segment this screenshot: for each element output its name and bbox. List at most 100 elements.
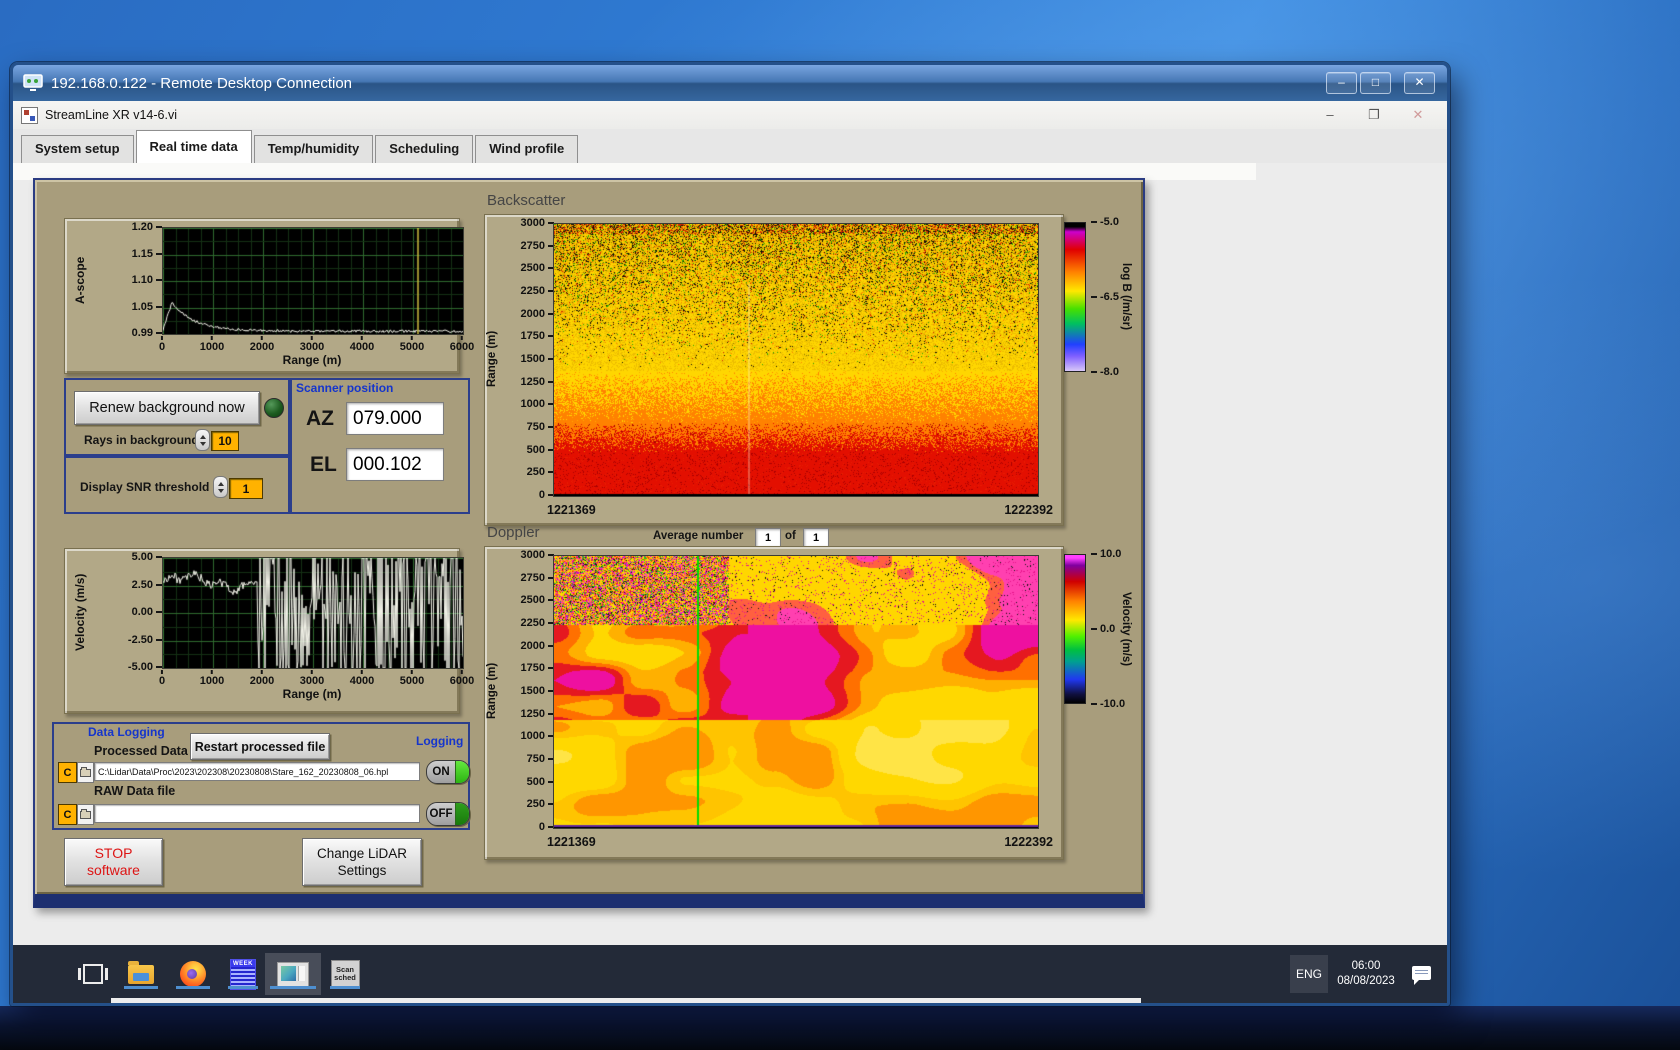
- tab-scheduling[interactable]: Scheduling: [375, 135, 474, 163]
- az-value-field[interactable]: 079.000: [346, 402, 444, 435]
- tick-label: 6000: [449, 675, 475, 687]
- stop-software-button[interactable]: STOP software: [64, 838, 163, 886]
- app-restore-button[interactable]: ❐: [1359, 105, 1389, 125]
- velocity-plot[interactable]: [162, 557, 464, 669]
- a-scope-plot[interactable]: [162, 227, 464, 335]
- el-label: EL: [310, 453, 337, 476]
- doppler-colorbar-label: Velocity (m/s): [1120, 591, 1132, 667]
- velocity-canvas[interactable]: [163, 558, 463, 668]
- velocity-xaxis-label: Range (m): [282, 687, 342, 701]
- change-lidar-settings-button[interactable]: Change LiDAR Settings: [302, 838, 422, 886]
- doppler-colorbar: [1064, 554, 1086, 704]
- tab-temp-humidity[interactable]: Temp/humidity: [253, 135, 374, 163]
- streamline-app-icon: [277, 961, 309, 987]
- week-scheduler-button[interactable]: WEEK: [223, 953, 263, 995]
- action-center-icon[interactable]: [1412, 966, 1431, 985]
- stop-line1: STOP: [94, 845, 133, 861]
- processed-browse-button[interactable]: [77, 762, 94, 783]
- backscatter-graph: Range (m) 3000 2750 2500 2250 2000 1750 1500 12…: [484, 214, 1064, 526]
- folder-icon: [80, 808, 91, 819]
- doppler-heatmap-canvas[interactable]: [554, 556, 1038, 828]
- backscatter-plot[interactable]: [553, 223, 1039, 497]
- raw-data-file-label: RAW Data file: [94, 784, 176, 798]
- restart-processed-file-button[interactable]: Restart processed file: [190, 733, 330, 760]
- tick-label: 250: [526, 798, 545, 811]
- a-scope-axis-label: A-scope: [73, 256, 87, 304]
- velocity-axis-label: Velocity (m/s): [73, 573, 87, 651]
- rays-value-field[interactable]: 10: [211, 431, 239, 451]
- tab-real-time-data[interactable]: Real time data: [135, 130, 252, 163]
- scanner-position-box: Scanner position AZ 079.000 EL 000.102: [290, 378, 470, 514]
- taskbar-clock[interactable]: 06:00 08/08/2023: [1330, 959, 1402, 989]
- rdp-maximize-button[interactable]: □: [1360, 72, 1391, 94]
- average-number-field[interactable]: 1: [755, 528, 781, 547]
- tab-bar: System setup Real time data Temp/humidit…: [13, 129, 1447, 163]
- raw-path-field[interactable]: [94, 804, 420, 823]
- streamline-app-button[interactable]: [265, 953, 321, 995]
- tick-label: 500: [526, 775, 545, 788]
- data-logging-box: Data Logging Processed Data file Restart…: [52, 722, 470, 830]
- running-indicator: [330, 986, 360, 989]
- tick-label: 1750: [520, 662, 545, 675]
- app-minimize-button[interactable]: –: [1315, 105, 1345, 125]
- rdp-close-button[interactable]: ✕: [1404, 72, 1435, 94]
- tick-label: 750: [526, 753, 545, 765]
- tick-label: 250: [526, 466, 545, 479]
- backscatter-heatmap-canvas[interactable]: [554, 224, 1038, 496]
- scan-icon-line2: sched: [334, 973, 356, 982]
- tick-label: 5000: [399, 675, 425, 687]
- snr-spinner[interactable]: [213, 476, 228, 498]
- app-close-button[interactable]: ✕: [1403, 105, 1433, 125]
- tick-label: -2.50: [127, 633, 153, 646]
- rdp-title-bar[interactable]: 192.168.0.122 - Remote Desktop Connectio…: [13, 65, 1447, 101]
- raw-drive-selector[interactable]: C: [58, 804, 77, 825]
- tick-label: 3000: [299, 341, 325, 353]
- running-indicator: [124, 986, 158, 989]
- renew-background-button[interactable]: Renew background now: [74, 391, 260, 425]
- snr-threshold-box: Display SNR threshold 1: [64, 456, 290, 514]
- a-scope-canvas[interactable]: [163, 228, 463, 334]
- raw-logging-toggle[interactable]: OFF: [426, 802, 470, 826]
- scan-scheduler-icon: Scan sched: [330, 959, 360, 989]
- rdp-minimize-button[interactable]: –: [1326, 72, 1357, 94]
- scan-scheduler-button[interactable]: Scan sched: [325, 953, 365, 995]
- rays-in-background-label: Rays in background: [84, 433, 199, 447]
- folder-icon: [80, 766, 91, 777]
- processed-path-field[interactable]: C:\Lidar\Data\Proc\2023\202308\20230808\…: [94, 762, 420, 781]
- tick-label: 5000: [399, 341, 425, 353]
- week-icon-text: WEEK: [231, 959, 255, 967]
- tick-label: 2500: [520, 262, 545, 275]
- processed-drive-selector[interactable]: C: [58, 762, 77, 783]
- app-title-bar[interactable]: StreamLine XR v14-6.vi – ❐ ✕: [13, 101, 1447, 130]
- tick-label: 0: [538, 821, 545, 833]
- raw-browse-button[interactable]: [77, 804, 94, 825]
- tick-label: 1250: [520, 707, 545, 720]
- firefox-button[interactable]: [171, 953, 215, 995]
- tab-system-setup[interactable]: System setup: [21, 135, 134, 163]
- processed-logging-toggle[interactable]: ON: [426, 760, 470, 784]
- tick-label: 1750: [520, 330, 545, 343]
- tick-label: 2750: [520, 239, 545, 252]
- toggle-on-label: ON: [432, 766, 450, 778]
- doppler-graph: Range (m) 3000 2750 2500 2250 2000 1750 1500 12…: [484, 546, 1064, 860]
- running-indicator: [176, 986, 210, 989]
- backscatter-colorbar-label: log B (/m/sr): [1120, 263, 1132, 331]
- desktop: 192.168.0.122 - Remote Desktop Connectio…: [0, 0, 1680, 1050]
- firefox-icon: [180, 961, 206, 987]
- tab-wind-profile[interactable]: Wind profile: [475, 135, 579, 163]
- language-indicator[interactable]: ENG: [1290, 955, 1328, 993]
- tick-label: 3000: [520, 549, 545, 561]
- week-scheduler-icon: WEEK: [230, 958, 256, 990]
- tick-label: 500: [526, 443, 545, 456]
- clock-time: 06:00: [1351, 960, 1381, 972]
- snr-value-field[interactable]: 1: [229, 478, 263, 499]
- backscatter-colorbar: [1064, 222, 1086, 372]
- el-value-field[interactable]: 000.102: [346, 448, 444, 481]
- task-view-button[interactable]: [75, 953, 111, 995]
- tick-label: 6000: [449, 341, 475, 353]
- rays-spinner[interactable]: [195, 429, 210, 451]
- of-label: of: [785, 530, 796, 542]
- average-total-field[interactable]: 1: [803, 528, 829, 547]
- doppler-plot[interactable]: [553, 555, 1039, 829]
- file-explorer-button[interactable]: [119, 953, 163, 995]
